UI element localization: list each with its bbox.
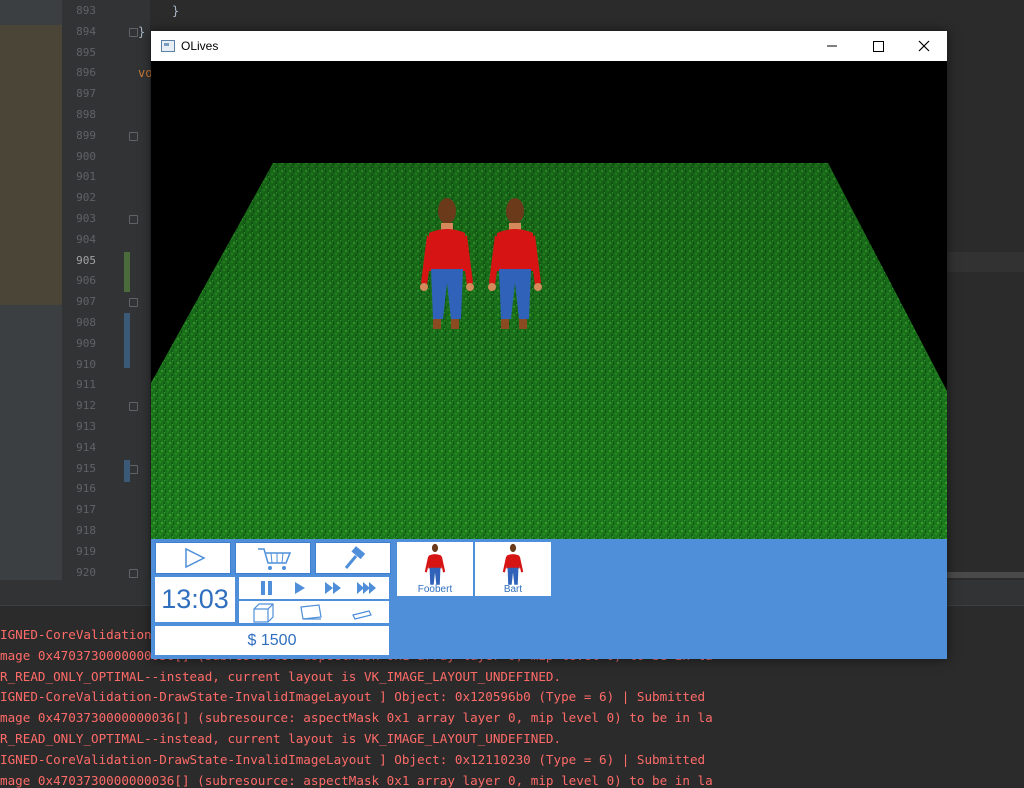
line-number: 913	[76, 420, 96, 433]
panel-highlight	[0, 25, 62, 305]
speed-2-button[interactable]	[325, 582, 341, 594]
line-number: 896	[76, 66, 96, 80]
horizontal-scrollbar[interactable]	[947, 572, 1024, 578]
close-button[interactable]	[901, 31, 947, 61]
line-number: 911	[76, 378, 96, 392]
floor-tool-button[interactable]	[300, 604, 322, 620]
line-number: 897	[76, 87, 96, 101]
line-number: 917	[76, 503, 96, 517]
maximize-icon	[873, 41, 884, 52]
line-number: 907	[76, 295, 96, 309]
line-number: 905	[76, 253, 96, 267]
line-number: 918	[76, 524, 96, 537]
line-number: 910	[76, 357, 96, 371]
speed-icons	[261, 581, 376, 595]
line-number: 899	[76, 128, 96, 142]
minimize-button[interactable]	[809, 31, 855, 61]
line-number: 908	[76, 316, 96, 329]
game-hud: 13:03 $ 1500 Foobert Bart	[151, 539, 947, 659]
character-portrait-icon	[502, 543, 524, 585]
scene-canvas	[151, 163, 947, 539]
app-icon	[161, 40, 175, 52]
box-tool-button[interactable]	[253, 603, 274, 623]
game-viewport[interactable]	[151, 61, 947, 539]
line-number: 914	[76, 440, 96, 454]
line-number: 895	[76, 45, 96, 59]
game-window[interactable]: OLives 13:03 $ 1500 Foobert Bart	[151, 31, 947, 659]
speed-controls	[239, 577, 389, 599]
line-number: 900	[76, 149, 96, 163]
console-line: IGNED-CoreValidation-DrawState-InvalidIm…	[0, 689, 706, 705]
change-marker	[124, 460, 130, 482]
line-number: 902	[76, 191, 96, 205]
tool-controls	[239, 601, 389, 623]
game-clock: 13:03	[155, 577, 235, 622]
window-titlebar[interactable]: OLives	[151, 31, 947, 61]
line-number: 909	[76, 336, 96, 350]
speed-3-button[interactable]	[357, 582, 376, 594]
console-line: mage 0x4703730000000036[] (subresource: …	[0, 772, 713, 788]
console-line: R_READ_ONLY_OPTIMAL--instead, current la…	[0, 731, 562, 746]
fold-marker-icon[interactable]	[129, 131, 138, 141]
fold-marker-icon[interactable]	[129, 464, 138, 474]
speed-1-button[interactable]	[295, 582, 305, 594]
shop-button[interactable]	[235, 542, 311, 574]
character-name: Foobert	[417, 584, 453, 595]
hammer-icon	[344, 546, 366, 569]
current-line-highlight	[947, 252, 1024, 272]
money-display: $ 1500	[155, 626, 389, 655]
code-brace: }	[172, 4, 180, 18]
line-number: 894	[76, 24, 96, 38]
fold-marker-icon[interactable]	[129, 298, 138, 308]
console-line: R_READ_ONLY_OPTIMAL--instead, current la…	[0, 668, 562, 684]
character-card-foobert[interactable]: Foobert	[397, 542, 473, 596]
maximize-button[interactable]	[855, 31, 901, 61]
fold-marker-icon[interactable]	[129, 568, 138, 578]
window-title: OLives	[181, 39, 219, 53]
character-card-bart[interactable]: Bart	[475, 542, 551, 596]
cart-icon	[258, 548, 292, 570]
fold-marker-icon[interactable]	[129, 402, 138, 412]
build-button[interactable]	[315, 542, 391, 574]
line-number: 912	[76, 399, 96, 413]
line-number: 893	[76, 4, 96, 17]
code-brace-line: }	[138, 25, 146, 39]
change-marker	[124, 313, 130, 368]
wall-tool-button[interactable]	[352, 610, 372, 620]
minimize-icon	[827, 45, 837, 47]
character-portrait-icon	[424, 543, 446, 585]
change-marker	[124, 252, 130, 292]
line-number: 919	[76, 544, 96, 558]
line-number-gutter: 893 894 895 896 897 898 899 900 901 902 903 904 905 9…	[62, 0, 150, 605]
character-name: Bart	[503, 584, 523, 595]
console-line: mage 0x4703730000000036[] (subresource: …	[0, 710, 713, 726]
line-number: 898	[76, 108, 96, 121]
line-number: 920	[76, 565, 96, 579]
close-icon	[918, 40, 930, 52]
line-number: 915	[76, 461, 96, 475]
console-line: IGNED-CoreValidation-DrawState-InvalidIm…	[0, 751, 706, 767]
ground-shading	[151, 163, 947, 539]
line-number: 906	[76, 274, 96, 288]
project-panel	[0, 0, 62, 605]
fold-marker-icon[interactable]	[129, 27, 138, 37]
fold-marker-icon[interactable]	[129, 215, 138, 224]
pause-button[interactable]	[261, 581, 272, 595]
line-number: 901	[76, 170, 96, 184]
line-number: 916	[76, 482, 96, 496]
line-number: 904	[76, 232, 96, 246]
line-number: 903	[76, 212, 96, 225]
play-icon	[185, 547, 206, 569]
tool-icons	[253, 603, 372, 623]
play-button[interactable]	[155, 542, 231, 574]
